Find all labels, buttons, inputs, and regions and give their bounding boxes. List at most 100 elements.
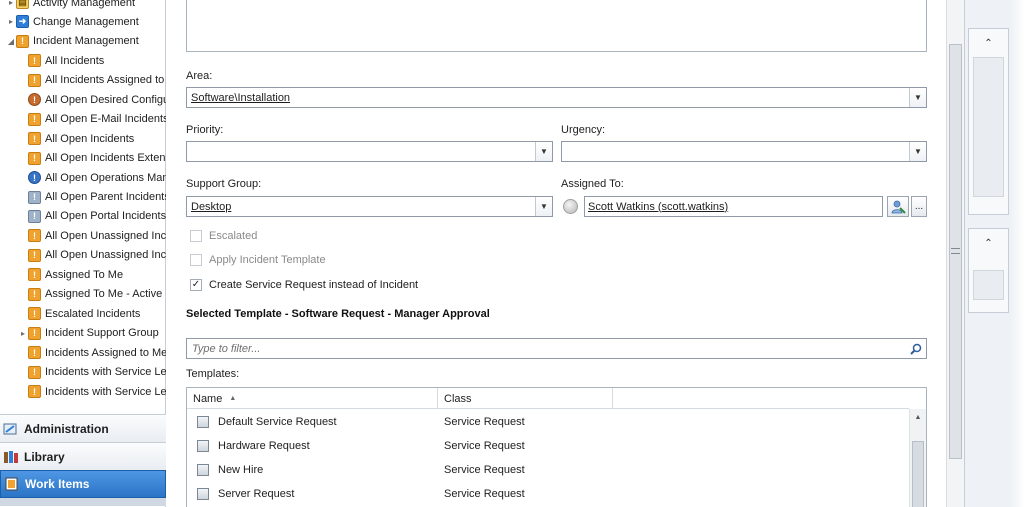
config-incident-icon: ! bbox=[28, 93, 41, 107]
expand-arrow-icon[interactable]: ▸ bbox=[6, 0, 16, 7]
column-header-class[interactable]: Class bbox=[438, 388, 613, 409]
template-icon bbox=[197, 440, 209, 452]
tree-item[interactable]: ! All Open Incidents bbox=[18, 129, 134, 148]
work-items-icon bbox=[3, 476, 21, 492]
navigation-tree: ▸ ▤ Activity Management ▸ ➜ Change Management… bbox=[0, 0, 166, 412]
pick-user-button[interactable] bbox=[887, 196, 909, 217]
tree-item[interactable]: ! Incidents with Service Lev bbox=[18, 363, 166, 382]
tree-item[interactable]: ! All Incidents bbox=[18, 51, 104, 70]
support-group-combobox[interactable]: Desktop ▼ bbox=[186, 196, 553, 217]
tree-item[interactable]: ! All Open Operations Man bbox=[18, 168, 166, 187]
support-group-label: Support Group: bbox=[186, 178, 262, 190]
template-name-cell: New Hire bbox=[187, 464, 438, 476]
incident-view-icon: ! bbox=[28, 73, 41, 87]
template-name: Hardware Request bbox=[218, 440, 310, 452]
apply-template-checkbox[interactable] bbox=[190, 254, 202, 266]
workspace-label: Work Items bbox=[25, 477, 90, 491]
sort-ascending-icon: ▲ bbox=[229, 395, 237, 402]
template-icon bbox=[197, 488, 209, 500]
tree-item[interactable]: ▸ ➜ Change Management bbox=[6, 12, 139, 31]
table-row[interactable]: Server Request Service Request bbox=[187, 482, 909, 506]
tree-item[interactable]: ! All Open Incidents Extend bbox=[18, 149, 166, 168]
templates-grid: Name ▲ Class Default Service Request Serv… bbox=[186, 387, 927, 507]
tree-item[interactable]: ! All Open Unassigned Inc bbox=[18, 226, 166, 245]
user-status-icon bbox=[563, 199, 578, 214]
expand-arrow-icon[interactable]: ◢ bbox=[6, 37, 16, 46]
column-header-name[interactable]: Name ▲ bbox=[187, 388, 438, 409]
tree-item-label: All Open Parent Incidents bbox=[45, 191, 166, 203]
urgency-combobox[interactable]: ▼ bbox=[561, 141, 927, 162]
tree-item[interactable]: ! All Open E-Mail Incidents bbox=[18, 110, 166, 129]
tree-item-label: Incident Support Group bbox=[45, 327, 159, 340]
tree-item[interactable]: ! All Incidents Assigned to bbox=[18, 71, 164, 90]
task-panel-2-content bbox=[973, 270, 1004, 300]
urgency-dropdown-arrow-icon[interactable]: ▼ bbox=[909, 142, 926, 161]
tree-item[interactable]: ◢! Incident Management bbox=[6, 32, 139, 51]
tree-item[interactable]: ! Assigned To Me - Active bbox=[18, 285, 162, 304]
operations-incident-icon: ! bbox=[28, 171, 41, 185]
template-class: Service Request bbox=[444, 464, 525, 476]
incident-view-icon: ! bbox=[28, 229, 41, 243]
column-header-filler bbox=[613, 388, 909, 409]
tree-item[interactable]: ! All Open Parent Incidents bbox=[18, 188, 166, 207]
template-icon bbox=[197, 416, 209, 428]
tree-item-label: Assigned To Me - Active bbox=[45, 288, 163, 301]
priority-dropdown-arrow-icon[interactable]: ▼ bbox=[535, 142, 552, 161]
template-class: Service Request bbox=[444, 488, 525, 500]
search-icon[interactable] bbox=[906, 343, 926, 355]
templates-grid-scroll-thumb[interactable] bbox=[912, 441, 924, 507]
scroll-grip-icon bbox=[951, 248, 960, 254]
tree-item-label: All Open Incidents Extend bbox=[45, 152, 166, 165]
collapse-panel-1-icon[interactable]: ⌃ bbox=[969, 29, 1008, 57]
task-pane-edge bbox=[1011, 0, 1024, 507]
description-textarea[interactable] bbox=[186, 0, 927, 52]
tree-item[interactable]: ! All Open Unassigned Inci bbox=[18, 246, 166, 265]
escalated-checkbox[interactable] bbox=[190, 230, 202, 242]
sla-incident-icon: ! bbox=[28, 385, 41, 398]
workspace-button-administration[interactable]: Administration bbox=[0, 414, 166, 442]
template-name: Default Service Request bbox=[218, 416, 337, 428]
create-service-request-checkbox[interactable]: ✓ bbox=[190, 279, 202, 291]
assigned-to-field[interactable]: Scott Watkins (scott.watkins) bbox=[584, 196, 883, 217]
tree-item-label: Incident Management bbox=[33, 35, 139, 48]
tree-item[interactable]: ! All Open Desired Configu bbox=[18, 90, 166, 109]
form-scrollbar[interactable] bbox=[946, 0, 964, 507]
priority-combobox[interactable]: ▼ bbox=[186, 141, 553, 162]
tree-item[interactable]: ▸ ▤ Activity Management bbox=[6, 0, 135, 12]
expand-arrow-icon[interactable]: ▸ bbox=[6, 17, 16, 26]
tree-item[interactable]: ! All Open Portal Incidents bbox=[18, 207, 166, 226]
tree-item-label: Incidents with Service Lev bbox=[45, 366, 166, 379]
template-icon bbox=[197, 464, 209, 476]
templates-grid-scrollbar[interactable]: ▲ bbox=[909, 409, 926, 507]
workspace-label: Library bbox=[24, 449, 65, 464]
table-row[interactable]: Hardware Request Service Request bbox=[187, 434, 909, 458]
expand-arrow-icon[interactable]: ▸ bbox=[18, 329, 28, 338]
browse-button[interactable]: ... bbox=[911, 196, 927, 217]
column-header-class-label: Class bbox=[444, 392, 472, 405]
tree-item[interactable]: ! Assigned To Me bbox=[18, 265, 123, 284]
incident-view-icon: ! bbox=[28, 54, 41, 68]
tree-item[interactable]: ! Escalated Incidents bbox=[18, 304, 140, 323]
collapse-panel-2-icon[interactable]: ⌃ bbox=[969, 229, 1008, 257]
tree-item[interactable]: ▸! Incident Support Group bbox=[18, 324, 159, 343]
area-combobox[interactable]: Software\Installation ▼ bbox=[186, 87, 927, 108]
workspace-button-work-items[interactable]: Work Items bbox=[0, 470, 166, 498]
support-group-value: Desktop bbox=[191, 200, 232, 213]
apply-template-checkbox-row: Apply Incident Template bbox=[190, 254, 326, 266]
support-group-dropdown-arrow-icon[interactable]: ▼ bbox=[535, 197, 552, 216]
incident-form: Area: Software\Installation ▼ Priority: … bbox=[166, 0, 950, 507]
workspace-button-library[interactable]: Library bbox=[0, 442, 166, 470]
template-class: Service Request bbox=[444, 416, 525, 428]
tree-item[interactable]: ! Incidents with Service Lev bbox=[18, 382, 166, 401]
table-row[interactable]: New Hire Service Request bbox=[187, 458, 909, 482]
template-filter-input[interactable]: Type to filter... bbox=[186, 338, 927, 359]
escalated-incident-icon: ! bbox=[28, 307, 41, 321]
area-dropdown-arrow-icon[interactable]: ▼ bbox=[909, 88, 926, 107]
tree-item-label: All Open E-Mail Incidents bbox=[45, 113, 166, 126]
tree-item-label: Incidents with Service Lev bbox=[45, 385, 166, 398]
portal-incident-icon: ! bbox=[28, 209, 41, 223]
scroll-up-arrow-icon[interactable]: ▲ bbox=[910, 409, 926, 426]
tree-item[interactable]: ! Incidents Assigned to Me bbox=[18, 343, 166, 362]
create-service-request-checkbox-row: ✓ Create Service Request instead of Inci… bbox=[190, 279, 418, 291]
table-row[interactable]: Default Service Request Service Request bbox=[187, 410, 909, 434]
